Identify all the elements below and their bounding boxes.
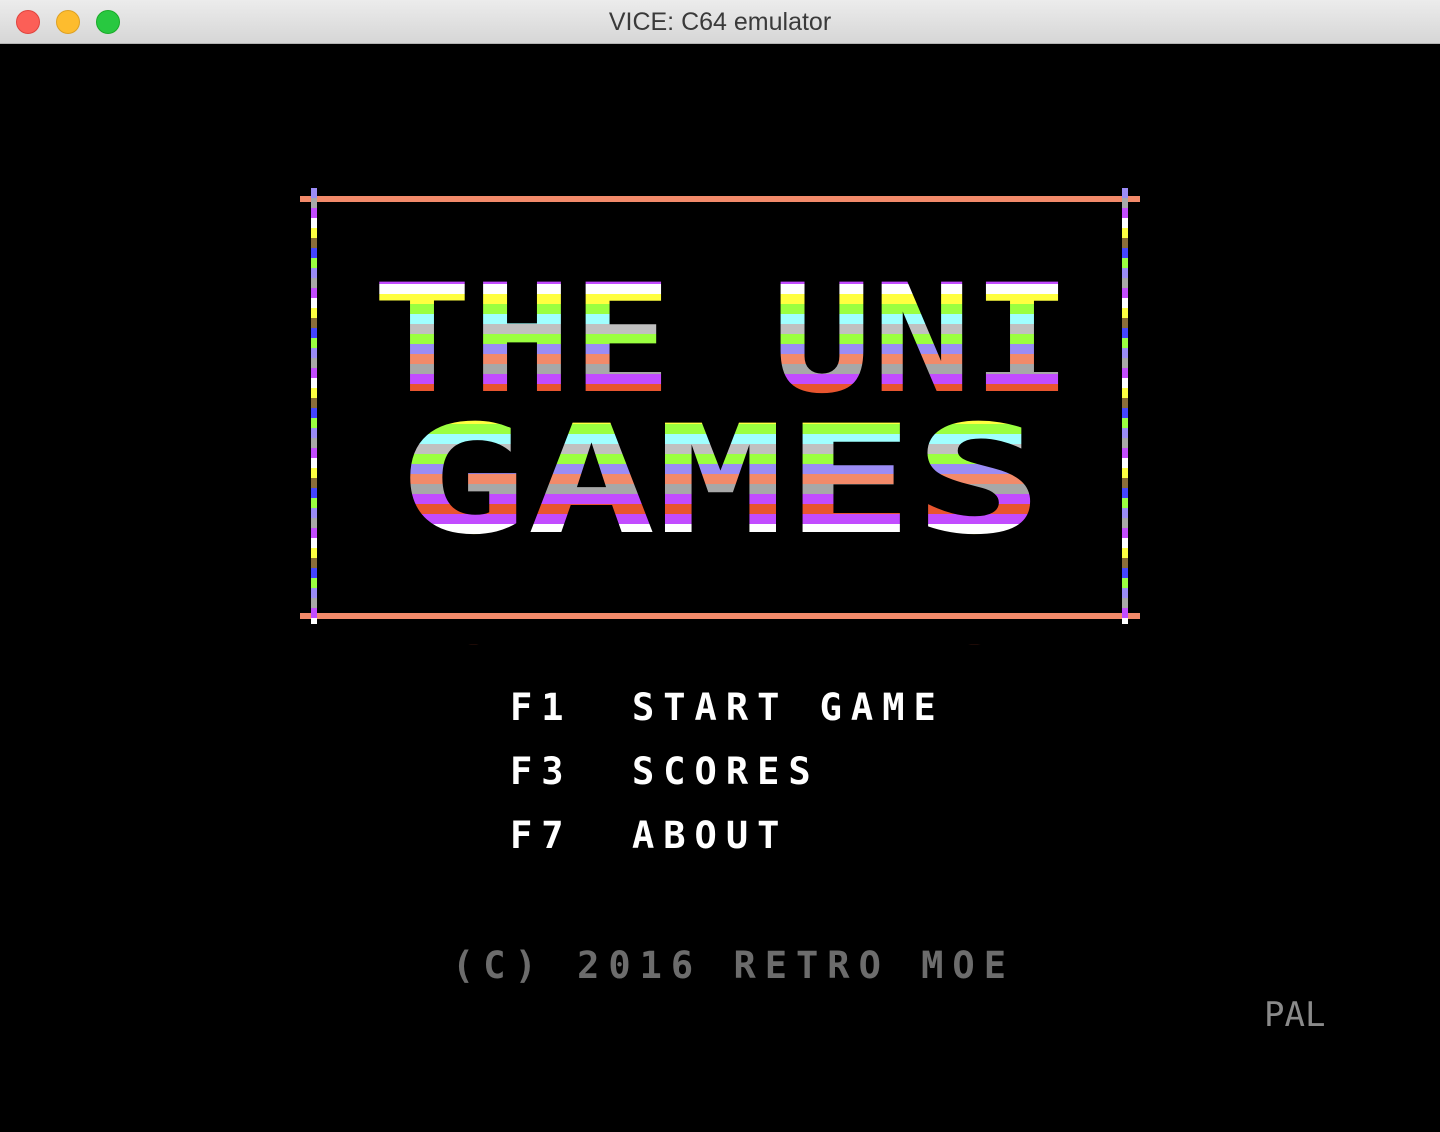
- menu-key: F7: [510, 814, 573, 857]
- menu-label: ABOUT: [632, 814, 789, 857]
- menu-item-about[interactable]: F7 ABOUT: [510, 814, 779, 890]
- video-standard-indicator: PAL: [1264, 995, 1326, 1035]
- menu-key: F1: [510, 686, 573, 729]
- menu-key: F3: [510, 750, 573, 793]
- window-title: VICE: C64 emulator: [608, 8, 832, 36]
- menu-label: START GAME: [632, 686, 945, 729]
- logo-line-2: GAMES: [398, 394, 1043, 568]
- copyright-text: (C) 2016 RETRO MOE: [452, 944, 1015, 987]
- title-bar[interactable]: VICE: C64 emulator: [0, 0, 1440, 44]
- c64-screen[interactable]: THE UNI THE UNI GAMES GAMES F1 START GAM…: [0, 44, 1440, 1132]
- menu-label: SCORES: [632, 750, 820, 793]
- emulator-window: VICE: C64 emulator THE UNI THE UNI GAMES…: [0, 0, 1440, 1132]
